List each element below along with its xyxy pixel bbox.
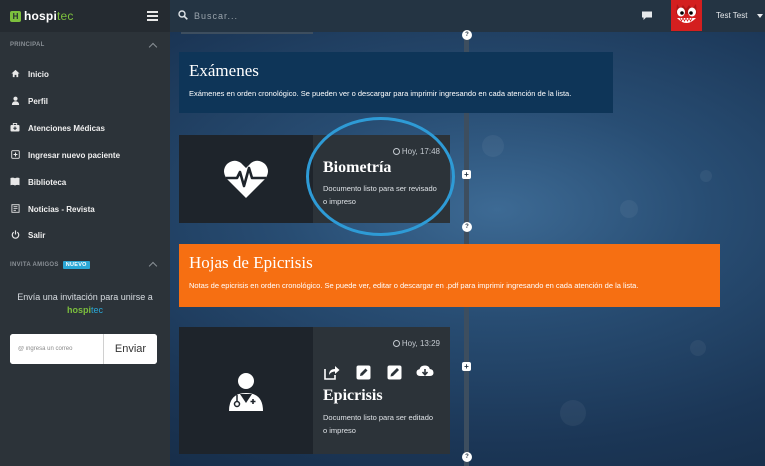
biometria-icon-pane: [179, 135, 313, 223]
send-invite-button[interactable]: Enviar: [103, 334, 157, 364]
epicrisis-description: Documento listo para ser editado o impre…: [323, 413, 434, 435]
chevron-up-icon[interactable]: [148, 261, 158, 271]
newspaper-icon: [10, 203, 20, 215]
epicrisis-actions: [323, 363, 434, 381]
sidebar-item-label: Ingresar nuevo paciente: [28, 150, 121, 160]
bokeh-decoration: [482, 135, 504, 157]
medkit-icon: [10, 122, 20, 134]
power-icon: [10, 229, 20, 241]
sidebar-item-biblioteca[interactable]: Biblioteca: [0, 171, 170, 193]
edit-icon[interactable]: [354, 363, 372, 381]
app-logo[interactable]: hospitec: [24, 9, 74, 23]
invite-email-input[interactable]: [10, 334, 103, 364]
invite-logo: hospitec: [66, 305, 103, 315]
chevron-down-icon[interactable]: [757, 14, 763, 18]
pencil-icon[interactable]: [385, 363, 403, 381]
exams-section-card: Exámenes Exámenes en orden cronológico. …: [179, 52, 613, 113]
epicrisis-info-pane: Hoy, 13:29 Epicrisis Documento listo par…: [313, 327, 450, 454]
sidebar: H hospitec PRINCIPAL Inicio Perfil Atenc…: [0, 0, 170, 466]
timeline-card-edge: [181, 32, 313, 34]
epicrisis-card[interactable]: Hoy, 13:29 Epicrisis Documento listo par…: [179, 327, 450, 454]
logo-icon: H: [10, 10, 21, 22]
timeline-help-icon[interactable]: ?: [462, 452, 472, 462]
exams-title: Exámenes: [189, 61, 259, 80]
invite-form: Enviar: [10, 334, 157, 364]
user-name[interactable]: Test Test: [716, 11, 747, 20]
sidebar-item-label: Biblioteca: [28, 177, 67, 187]
download-icon[interactable]: [416, 363, 434, 381]
epicrisis-title[interactable]: Epicrisis: [323, 387, 383, 405]
sidebar-item-label: Salir: [28, 230, 46, 240]
sidebar-item-salir[interactable]: Salir: [0, 224, 170, 246]
clock-icon: [392, 340, 400, 347]
new-badge: NUEVO: [62, 261, 90, 269]
exams-description: Exámenes en orden cronológico. Se pueden…: [189, 89, 572, 98]
avatar-monster-icon: [671, 0, 702, 31]
section-heading-invite: INVITA AMIGOS NUEVO: [10, 261, 90, 269]
sidebar-item-label: Atenciones Médicas: [28, 123, 105, 133]
epicrisis-section-description: Notas de epicrisis en orden cronológico.…: [189, 281, 639, 290]
sidebar-item-label: Noticias - Revista: [28, 204, 95, 214]
book-icon: [10, 177, 20, 188]
bokeh-decoration: [560, 400, 586, 426]
timeline-help-icon[interactable]: ?: [462, 222, 472, 232]
sidebar-item-nuevo-paciente[interactable]: Ingresar nuevo paciente: [0, 144, 170, 166]
home-icon: [10, 69, 20, 80]
sidebar-item-inicio[interactable]: Inicio: [0, 63, 170, 85]
epicrisis-section-title: Hojas de Epicrisis: [189, 253, 313, 272]
epicrisis-icon-pane: [179, 327, 313, 454]
bokeh-decoration: [620, 200, 638, 218]
sidebar-item-atenciones[interactable]: Atenciones Médicas: [0, 117, 170, 139]
sidebar-item-label: Inicio: [28, 69, 49, 79]
expand-plus-icon[interactable]: +: [462, 362, 471, 371]
timeline-help-icon[interactable]: ?: [462, 30, 472, 40]
sidebar-item-label: Perfil: [28, 96, 49, 106]
menu-toggle-icon[interactable]: [147, 11, 158, 21]
bokeh-decoration: [700, 170, 712, 182]
sidebar-item-noticias[interactable]: Noticias - Revista: [0, 198, 170, 220]
epicrisis-section-card: Hojas de Epicrisis Notas de epicrisis en…: [179, 244, 720, 307]
plus-square-icon: [10, 149, 20, 161]
invite-text: Envía una invitación para unirse a: [17, 292, 153, 302]
timestamp: Hoy, 13:29: [392, 339, 440, 348]
user-icon: [10, 96, 20, 107]
chat-icon[interactable]: [641, 10, 653, 21]
search-input[interactable]: [194, 6, 334, 26]
top-bar: Test Test: [170, 0, 765, 32]
expand-plus-icon[interactable]: +: [462, 170, 471, 179]
chevron-up-icon[interactable]: [148, 42, 158, 52]
share-icon[interactable]: [323, 363, 341, 381]
doctor-icon: [229, 372, 263, 411]
bokeh-decoration: [690, 340, 706, 356]
heartbeat-icon: [224, 160, 268, 198]
brand-bar: H hospitec: [0, 0, 170, 32]
section-heading-principal: PRINCIPAL: [10, 42, 45, 48]
search-icon[interactable]: [178, 10, 188, 20]
sidebar-item-perfil[interactable]: Perfil: [0, 90, 170, 112]
highlight-circle: [306, 117, 455, 236]
avatar[interactable]: [671, 0, 702, 31]
